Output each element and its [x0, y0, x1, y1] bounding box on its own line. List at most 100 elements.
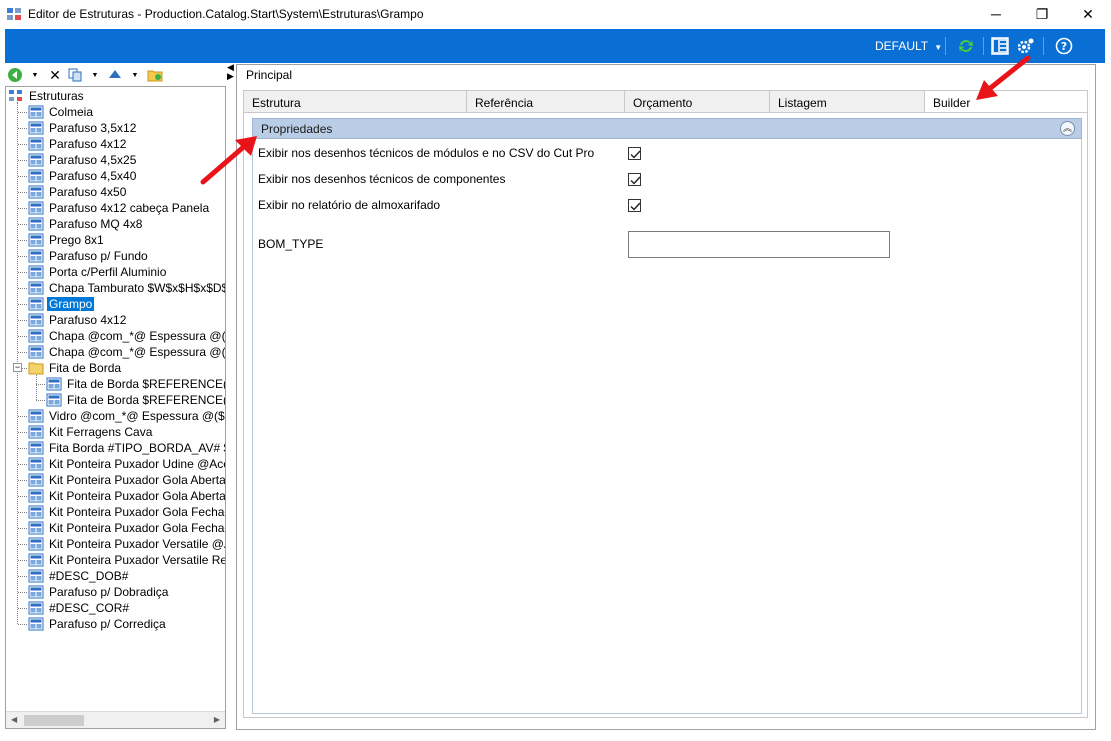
tree-guide-line — [36, 375, 37, 400]
tree-item[interactable]: Kit Ponteira Puxador Versatile Reta — [28, 552, 225, 568]
scroll-left-icon[interactable]: ◀ — [11, 715, 17, 724]
close-button[interactable]: ✕ — [1065, 0, 1111, 28]
tab-referencia[interactable]: Referência — [466, 90, 625, 113]
tree-item-label: Parafuso p/ Dobradiça — [49, 585, 169, 599]
tree-folder[interactable]: Fita de Borda — [28, 360, 123, 376]
expand-right-icon[interactable]: ▶ — [227, 71, 234, 82]
tree-item[interactable]: Fita de Borda $REFERENCE(T — [46, 392, 225, 408]
tree-guide-line — [18, 480, 27, 481]
tree-guide-line — [18, 352, 27, 353]
tree-item[interactable]: Kit Ponteira Puxador Versatile @Ac — [28, 536, 225, 552]
tree-item[interactable]: Parafuso p/ Dobradiça — [28, 584, 170, 600]
tree-guide-line — [18, 432, 27, 433]
tab-orcamento[interactable]: Orçamento — [624, 90, 770, 113]
tree-item[interactable]: #DESC_COR# — [28, 600, 131, 616]
checkbox-componentes[interactable] — [628, 173, 641, 186]
tree-item[interactable]: Fita Borda #TIPO_BORDA_AV# $R — [28, 440, 225, 456]
tree-item[interactable]: Kit Ponteira Puxador Gola Aberta 15 — [28, 472, 225, 488]
tree-item[interactable]: Parafuso 4,5x40 — [28, 168, 138, 184]
tree-item-label: Grampo — [45, 296, 96, 312]
tree-item[interactable]: Chapa @com_*@ Espessura @($H — [28, 344, 225, 360]
tree-item[interactable]: Parafuso 4x12 — [28, 136, 128, 152]
collapse-icon[interactable]: ︽ — [1060, 121, 1075, 136]
scrollbar-thumb[interactable] — [24, 715, 84, 726]
main-toolbar: DEFAULT ▼ ? — [5, 29, 1105, 63]
tree-item[interactable]: Parafuso 3,5x12 — [28, 120, 138, 136]
tree-guide-line — [18, 128, 27, 129]
tree-item[interactable]: Parafuso p/ Fundo — [28, 248, 150, 264]
chevron-down-icon[interactable]: ▼ — [87, 67, 103, 83]
structure-icon — [28, 201, 44, 215]
structure-icon — [28, 553, 44, 567]
tree-item-label: Kit Ponteira Puxador Versatile Reta — [49, 553, 225, 567]
title-bar: Editor de Estruturas - Production.Catalo… — [0, 0, 1111, 28]
chevron-down-icon[interactable]: ▼ — [27, 67, 43, 83]
tree-item[interactable]: Parafuso 4x12 cabeça Panela — [28, 200, 211, 216]
tree-item[interactable]: Parafuso 4x50 — [28, 184, 128, 200]
tree-item[interactable]: Kit Ponteira Puxador Gola Fechada — [28, 520, 225, 536]
structure-icon — [28, 441, 44, 455]
tree-item[interactable]: Grampo — [28, 296, 96, 312]
tree-item[interactable]: Parafuso MQ 4x8 — [28, 216, 144, 232]
tree-item[interactable]: #DESC_DOB# — [28, 568, 130, 584]
scroll-right-icon[interactable]: ▶ — [214, 715, 220, 724]
tab-strip: Estrutura Referência Orçamento Listagem … — [243, 90, 1088, 114]
checkbox-modulos[interactable] — [628, 147, 641, 160]
structure-icon — [28, 521, 44, 535]
tree-item[interactable]: Kit Ponteira Puxador Udine @Ace_I — [28, 456, 225, 472]
move-up-icon[interactable] — [107, 67, 123, 83]
tree-item[interactable]: Porta c/Perfil Aluminio — [28, 264, 168, 280]
tab-listagem[interactable]: Listagem — [769, 90, 925, 113]
tab-estrutura[interactable]: Estrutura — [243, 90, 467, 113]
structure-icon — [28, 345, 44, 359]
folder-icon[interactable] — [147, 67, 163, 83]
horizontal-scrollbar[interactable]: ◀ ▶ — [6, 711, 225, 728]
tree-item[interactable]: Kit Ponteira Puxador Gola Aberta 18 — [28, 488, 225, 504]
app-icon — [7, 8, 21, 20]
structure-icon — [28, 569, 44, 583]
checkbox-almoxarifado[interactable] — [628, 199, 641, 212]
profile-dropdown[interactable]: DEFAULT ▼ — [875, 39, 942, 53]
structure-icon — [28, 457, 44, 471]
tree-root[interactable]: Estruturas — [8, 88, 86, 104]
tree-guide-line — [18, 544, 27, 545]
tree-item[interactable]: Chapa @com_*@ Espessura @($H — [28, 328, 225, 344]
tree-item[interactable]: Kit Ponteira Puxador Gola Fechada — [28, 504, 225, 520]
copy-icon[interactable] — [67, 67, 83, 83]
structure-icon — [28, 233, 44, 247]
svg-text:?: ? — [1061, 40, 1067, 53]
structure-root-icon — [9, 90, 22, 101]
folder-icon — [28, 362, 44, 375]
back-icon[interactable] — [7, 67, 23, 83]
bom-type-input[interactable] — [628, 231, 890, 258]
tree-item[interactable]: Fita de Borda $REFERENCE(T — [46, 376, 225, 392]
tree-item[interactable]: Kit Ferragens Cava — [28, 424, 154, 440]
structure-icon — [28, 585, 44, 599]
tree-item[interactable]: Parafuso 4,5x25 — [28, 152, 138, 168]
maximize-button[interactable]: ❐ — [1019, 0, 1065, 28]
tree-item[interactable]: Parafuso p/ Corrediça — [28, 616, 168, 632]
delete-icon[interactable]: ✕ — [47, 67, 63, 83]
section-title: Principal — [246, 68, 293, 82]
window-title: Editor de Estruturas - Production.Catalo… — [28, 7, 424, 21]
collapse-node-icon[interactable]: − — [13, 363, 22, 372]
tree-item[interactable]: Chapa Tamburato $W$x$H$x$D$m — [28, 280, 225, 296]
check-icon — [630, 202, 641, 211]
tree-item[interactable]: Vidro @com_*@ Espessura @($H$ — [28, 408, 225, 424]
chevron-down-icon[interactable]: ▼ — [127, 67, 143, 83]
minimize-button[interactable]: ─ — [973, 0, 1019, 28]
group-title: Propriedades — [261, 122, 333, 136]
tree-guide-line — [36, 384, 45, 385]
tree-item-label: Parafuso MQ 4x8 — [49, 217, 143, 231]
annotation-arrow-icon — [200, 136, 257, 185]
tree-item-label: #DESC_DOB# — [49, 569, 129, 583]
tree-guide-line — [18, 112, 27, 113]
properties-group-header[interactable]: Propriedades ︽ — [252, 118, 1082, 139]
structure-icon — [28, 297, 44, 311]
structure-tree[interactable]: Estruturas Colmeia Parafuso 3,5x12 Parafuso… — [5, 86, 226, 729]
tree-item[interactable]: Colmeia — [28, 104, 95, 120]
help-icon[interactable]: ? — [1055, 37, 1073, 55]
tree-item-label: Porta c/Perfil Aluminio — [49, 265, 167, 279]
tree-item[interactable]: Parafuso 4x12 — [28, 312, 128, 328]
tree-item[interactable]: Prego 8x1 — [28, 232, 106, 248]
